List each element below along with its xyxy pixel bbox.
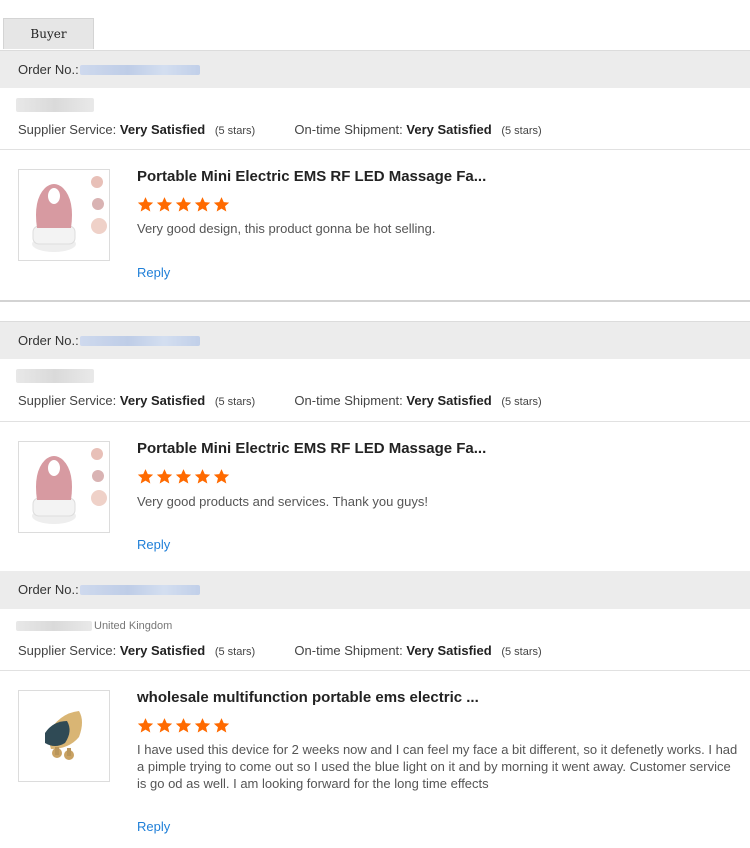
shipment-label: On-time Shipment: bbox=[294, 393, 403, 408]
product-thumbnail[interactable] bbox=[18, 690, 110, 782]
buyer-name-redacted bbox=[16, 621, 92, 631]
order-number-redacted bbox=[80, 336, 200, 346]
star-icon bbox=[137, 718, 154, 733]
supplier-service-stars: (5 stars) bbox=[214, 646, 256, 658]
divider bbox=[0, 149, 750, 150]
supplier-service-value: Very Satisfied bbox=[119, 393, 206, 408]
buyer-country: United Kingdom bbox=[94, 620, 173, 632]
shipment-value: Very Satisfied bbox=[406, 122, 492, 137]
supplier-service-stars: (5 stars) bbox=[214, 396, 256, 408]
order-number-redacted bbox=[80, 65, 200, 75]
rating-stars bbox=[137, 196, 232, 213]
star-icon bbox=[156, 469, 173, 484]
review-comment: I have used this device for 2 weeks now … bbox=[137, 742, 738, 791]
order-number-redacted bbox=[80, 585, 200, 595]
reply-link[interactable]: Reply bbox=[137, 819, 170, 834]
divider bbox=[0, 670, 750, 671]
supplier-ratings: Supplier Service: Very Satisfied (5 star… bbox=[18, 122, 542, 137]
buyer-name-redacted bbox=[16, 98, 94, 112]
ems-massager-device-icon bbox=[45, 711, 82, 760]
supplier-service-value: Very Satisfied bbox=[119, 643, 206, 658]
order-number-label: Order No.: bbox=[18, 582, 79, 597]
tab-buyer-reviews[interactable]: Buyer Reviews bbox=[3, 18, 94, 72]
review-card: Order No.: Supplier Service: Very Satisf… bbox=[0, 321, 750, 571]
product-title[interactable]: wholesale multifunction portable ems ele… bbox=[137, 689, 479, 706]
star-icon bbox=[175, 197, 192, 212]
supplier-service-label: Supplier Service: bbox=[18, 393, 117, 408]
supplier-service-label: Supplier Service: bbox=[18, 122, 117, 137]
star-icon bbox=[213, 197, 230, 212]
supplier-service-stars: (5 stars) bbox=[214, 125, 256, 137]
order-number-label: Order No.: bbox=[18, 333, 79, 348]
reply-link[interactable]: Reply bbox=[137, 537, 170, 552]
pink-face-steamer-icon bbox=[32, 448, 107, 524]
tab-bar: Buyer Reviews bbox=[0, 0, 750, 72]
section-bottom-border bbox=[0, 300, 750, 302]
product-title[interactable]: Portable Mini Electric EMS RF LED Massag… bbox=[137, 168, 486, 185]
pink-face-steamer-icon bbox=[32, 176, 107, 252]
review-comment: Very good design, this product gonna be … bbox=[137, 221, 436, 236]
star-icon bbox=[156, 718, 173, 733]
supplier-service-value: Very Satisfied bbox=[119, 122, 206, 137]
shipment-stars: (5 stars) bbox=[501, 646, 542, 658]
star-icon bbox=[194, 197, 211, 212]
star-icon bbox=[175, 718, 192, 733]
star-icon bbox=[156, 197, 173, 212]
reply-link[interactable]: Reply bbox=[137, 265, 170, 280]
shipment-stars: (5 stars) bbox=[501, 396, 542, 408]
supplier-ratings: Supplier Service: Very Satisfied (5 star… bbox=[18, 643, 542, 658]
product-thumbnail[interactable] bbox=[18, 169, 110, 261]
supplier-ratings: Supplier Service: Very Satisfied (5 star… bbox=[18, 393, 542, 408]
shipment-label: On-time Shipment: bbox=[294, 122, 403, 137]
order-number-label: Order No.: bbox=[18, 62, 79, 77]
star-icon bbox=[137, 469, 154, 484]
product-title[interactable]: Portable Mini Electric EMS RF LED Massag… bbox=[137, 440, 486, 457]
review-card: Order No.: United Kingdom Supplier Servi… bbox=[0, 571, 750, 848]
shipment-label: On-time Shipment: bbox=[294, 643, 403, 658]
shipment-stars: (5 stars) bbox=[501, 125, 542, 137]
star-icon bbox=[175, 469, 192, 484]
star-icon bbox=[194, 469, 211, 484]
shipment-value: Very Satisfied bbox=[406, 393, 492, 408]
star-icon bbox=[213, 718, 230, 733]
star-icon bbox=[137, 197, 154, 212]
supplier-service-label: Supplier Service: bbox=[18, 643, 117, 658]
rating-stars bbox=[137, 468, 232, 485]
rating-stars bbox=[137, 717, 232, 734]
divider bbox=[0, 421, 750, 422]
buyer-name-redacted bbox=[16, 369, 94, 383]
order-number-bar: Order No.: bbox=[0, 321, 750, 359]
star-icon bbox=[213, 469, 230, 484]
review-comment: Very good products and services. Thank y… bbox=[137, 494, 428, 509]
shipment-value: Very Satisfied bbox=[406, 643, 492, 658]
order-number-bar: Order No.: bbox=[0, 571, 750, 609]
order-number-bar: Order No.: bbox=[0, 50, 750, 88]
product-thumbnail[interactable] bbox=[18, 441, 110, 533]
review-card: Order No.: Supplier Service: Very Satisf… bbox=[0, 50, 750, 302]
star-icon bbox=[194, 718, 211, 733]
